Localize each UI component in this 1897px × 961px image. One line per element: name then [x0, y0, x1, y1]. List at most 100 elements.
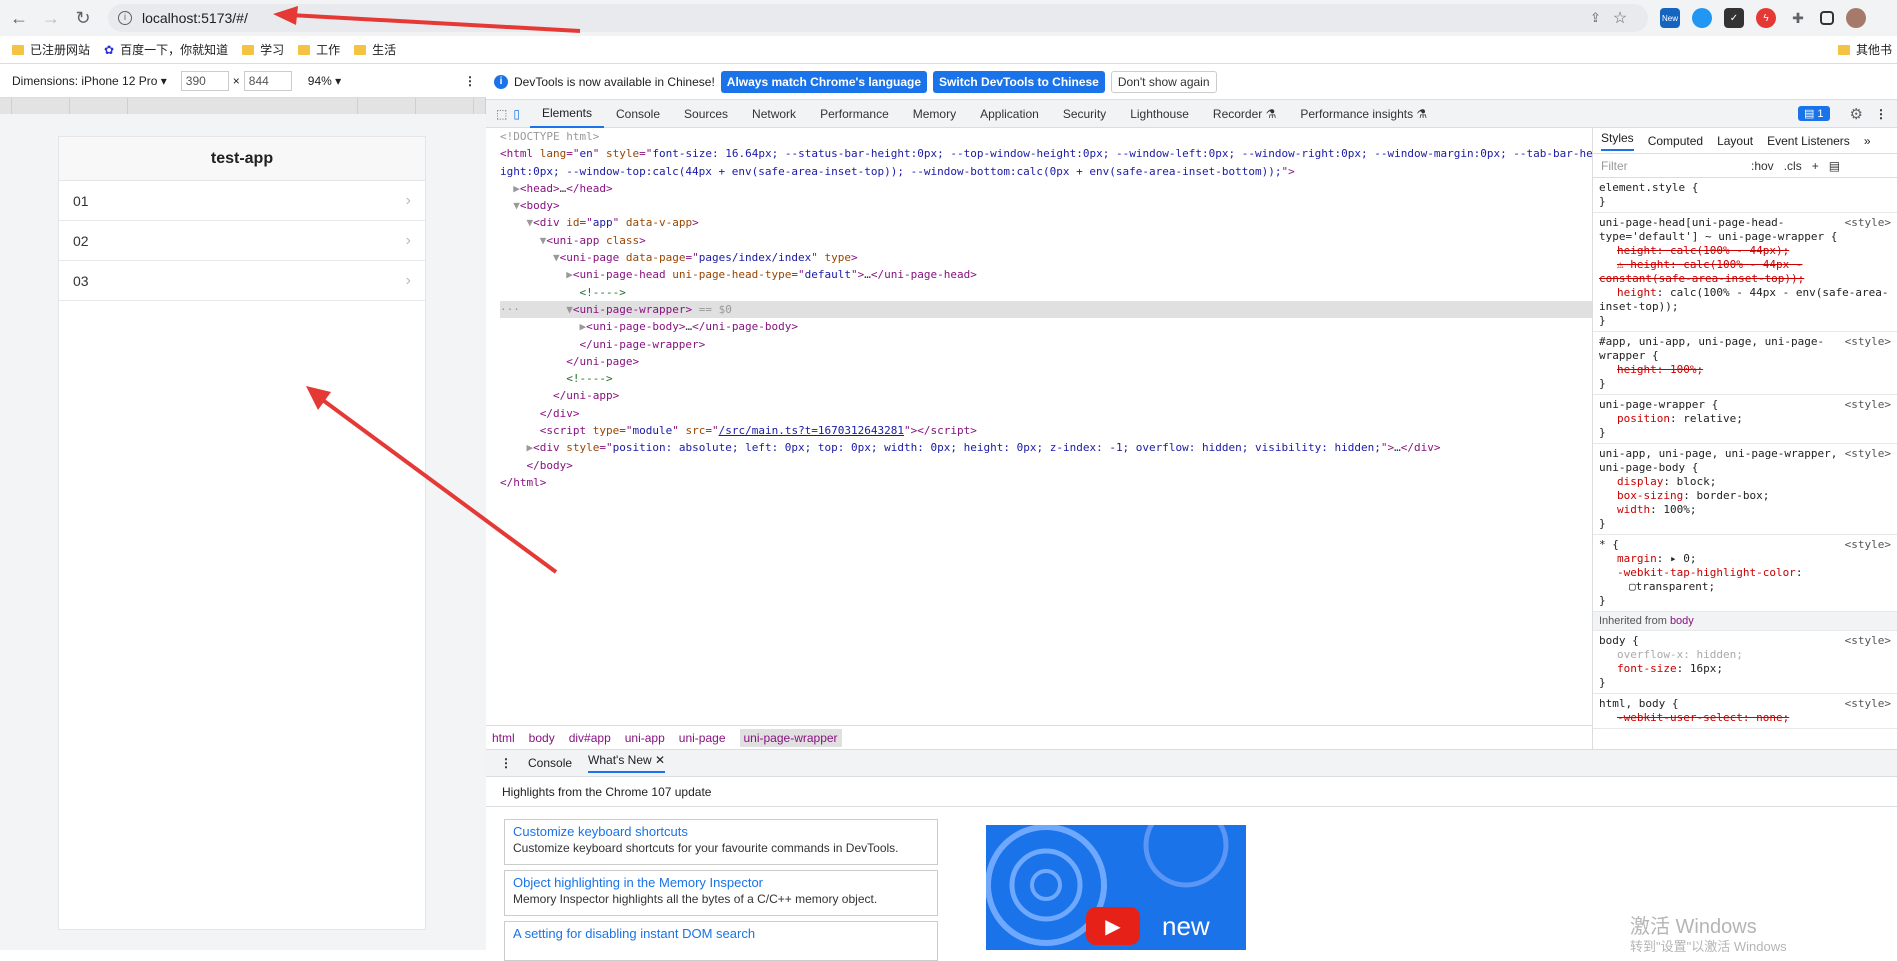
video-thumbnail[interactable]: ▶ new: [986, 825, 1246, 950]
dom-line[interactable]: </html>: [500, 474, 1592, 491]
device-toggle-icon[interactable]: ▯: [513, 107, 520, 121]
elements-tree[interactable]: <!DOCTYPE html> <html lang="en" style="f…: [486, 128, 1592, 725]
issues-badge[interactable]: ▤ 1: [1797, 106, 1830, 121]
feature-card[interactable]: Object highlighting in the Memory Inspec…: [504, 870, 938, 916]
style-rule[interactable]: <style> uni-page-wrapper {position: relat…: [1593, 395, 1897, 444]
bookmark-folder[interactable]: 生活: [354, 41, 396, 58]
drawer-menu-icon[interactable]: ⋮: [500, 756, 512, 770]
feature-card[interactable]: A setting for disabling instant DOM sear…: [504, 921, 938, 961]
style-rule[interactable]: element.style {}: [1593, 178, 1897, 213]
dom-line[interactable]: ▼<uni-app class>: [500, 232, 1592, 249]
dom-line[interactable]: </uni-page-wrapper>: [500, 336, 1592, 353]
computed-toggle-icon[interactable]: ▤: [1829, 159, 1840, 173]
other-bookmarks[interactable]: 其他书: [1838, 41, 1892, 58]
dom-line[interactable]: <!---->: [500, 284, 1592, 301]
dom-line[interactable]: ▶<div style="position: absolute; left: 0…: [500, 439, 1592, 456]
tab-sources[interactable]: Sources: [672, 100, 740, 128]
tab-elements[interactable]: Elements: [529, 100, 604, 128]
puzzle-extension-icon[interactable]: ✚: [1788, 8, 1808, 28]
zoom-select[interactable]: 94% ▾: [308, 74, 341, 88]
style-rule[interactable]: <style> html, body {-webkit-user-select: …: [1593, 694, 1897, 729]
more-menu-icon[interactable]: ⋮: [1875, 107, 1887, 121]
forward-icon[interactable]: →: [38, 5, 64, 31]
bookmark-folder[interactable]: 已注册网站: [12, 41, 90, 58]
play-icon[interactable]: ▶: [1086, 907, 1140, 945]
dom-line[interactable]: <script type="module" src="/src/main.ts?…: [500, 422, 1592, 439]
feature-title[interactable]: Object highlighting in the Memory Inspec…: [513, 875, 929, 890]
site-info-icon[interactable]: i: [118, 11, 132, 25]
bookmark-baidu[interactable]: ✿ 百度一下，你就知道: [104, 41, 228, 58]
more-tabs-icon[interactable]: »: [1864, 134, 1871, 148]
style-rule[interactable]: <style> body {overflow-x: hidden; font-siz…: [1593, 631, 1897, 694]
dom-line-selected[interactable]: ··· ▼<uni-page-wrapper> == $0: [500, 300, 1592, 319]
bookmark-star-icon[interactable]: ☆: [1613, 8, 1627, 28]
avatar[interactable]: [1846, 8, 1866, 28]
feature-title[interactable]: Customize keyboard shortcuts: [513, 824, 929, 839]
address-bar[interactable]: i localhost:5173/#/: [108, 4, 1648, 32]
tab-layout[interactable]: Layout: [1717, 134, 1753, 148]
dom-line[interactable]: <html lang="en" style="font-size: 16.64p…: [500, 145, 1592, 162]
more-options-icon[interactable]: ⋮: [464, 74, 476, 88]
style-rule[interactable]: <style> #app, uni-app, uni-page, uni-page…: [1593, 332, 1897, 395]
cls-toggle[interactable]: .cls: [1784, 159, 1802, 173]
dom-line[interactable]: <!DOCTYPE html>: [500, 128, 1592, 145]
dom-line[interactable]: ▶<uni-page-body>…</uni-page-body>: [500, 318, 1592, 335]
drawer-tab-console[interactable]: Console: [528, 756, 572, 770]
tab-console[interactable]: Console: [604, 100, 672, 128]
crumb-div-app[interactable]: div#app: [569, 731, 611, 745]
dom-line[interactable]: </div>: [500, 405, 1592, 422]
tab-performance[interactable]: Performance: [808, 100, 901, 128]
hov-toggle[interactable]: :hov: [1751, 159, 1774, 173]
bolt-extension-icon[interactable]: ϟ: [1756, 8, 1776, 28]
tab-styles[interactable]: Styles: [1601, 131, 1634, 151]
dom-line[interactable]: ▼<uni-page data-page="pages/index/index"…: [500, 249, 1592, 266]
bookmark-folder[interactable]: 工作: [298, 41, 340, 58]
dom-line[interactable]: ▼<div id="app" data-v-app>: [500, 214, 1592, 231]
match-language-button[interactable]: Always match Chrome's language: [720, 70, 928, 93]
url-text[interactable]: localhost:5173/#/: [142, 10, 248, 26]
inspect-element-icon[interactable]: ⬚: [496, 107, 507, 121]
width-input[interactable]: 390: [180, 70, 229, 91]
tab-computed[interactable]: Computed: [1648, 134, 1703, 148]
add-rule-icon[interactable]: +: [1812, 159, 1819, 173]
tab-event-listeners[interactable]: Event Listeners: [1767, 134, 1850, 148]
device-select[interactable]: Dimensions: iPhone 12 Pro ▾: [12, 74, 167, 88]
crumb-uni-page[interactable]: uni-page: [679, 731, 726, 745]
tick-extension-icon[interactable]: ✓: [1724, 8, 1744, 28]
drawer-tab-whats-new[interactable]: What's New ✕: [588, 753, 666, 773]
styles-filter-input[interactable]: Filter: [1601, 159, 1741, 173]
crumb-uni-page-wrapper[interactable]: uni-page-wrapper: [739, 728, 842, 747]
list-item[interactable]: 02 ›: [59, 221, 425, 261]
dom-line[interactable]: </body>: [500, 457, 1592, 474]
dom-line[interactable]: ▶<head>…</head>: [500, 180, 1592, 197]
bookmark-folder[interactable]: 学习: [242, 41, 284, 58]
crumb-body[interactable]: body: [529, 731, 555, 745]
dom-line[interactable]: <!---->: [500, 370, 1592, 387]
new-extension-icon[interactable]: New: [1660, 8, 1680, 28]
edge-extension-icon[interactable]: [1692, 8, 1712, 28]
reload-icon[interactable]: ↻: [70, 5, 96, 31]
feature-card[interactable]: Customize keyboard shortcuts Customize k…: [504, 819, 938, 865]
feature-title[interactable]: A setting for disabling instant DOM sear…: [513, 926, 929, 941]
switch-chinese-button[interactable]: Switch DevTools to Chinese: [933, 70, 1105, 93]
dom-line[interactable]: </uni-page>: [500, 353, 1592, 370]
dont-show-again-button[interactable]: Don't show again: [1110, 70, 1217, 93]
crumb-uni-app[interactable]: uni-app: [625, 731, 665, 745]
tab-security[interactable]: Security: [1051, 100, 1118, 128]
sidepanel-icon[interactable]: [1820, 11, 1834, 25]
dom-line[interactable]: ▶<uni-page-head uni-page-head-type="defa…: [500, 266, 1592, 283]
style-rule[interactable]: <style> uni-app, uni-page, uni-page-wrapp…: [1593, 444, 1897, 535]
dom-line[interactable]: ight:0px; --window-top:calc(44px + env(s…: [500, 163, 1592, 180]
style-rule[interactable]: <style> uni-page-head[uni-page-head-type=…: [1593, 213, 1897, 332]
tab-network[interactable]: Network: [740, 100, 808, 128]
tab-memory[interactable]: Memory: [901, 100, 968, 128]
tab-performance-insights[interactable]: Performance insights ⚗: [1288, 100, 1439, 128]
back-icon[interactable]: ←: [6, 5, 32, 31]
style-rule[interactable]: <style> * {margin: ▸ 0; -webkit-tap-highli…: [1593, 535, 1897, 612]
list-item[interactable]: 01 ›: [59, 181, 425, 221]
tab-application[interactable]: Application: [968, 100, 1051, 128]
share-icon[interactable]: ⇪: [1590, 10, 1601, 26]
crumb-html[interactable]: html: [492, 731, 515, 745]
list-item[interactable]: 03 ›: [59, 261, 425, 301]
dom-line[interactable]: ▼<body>: [500, 197, 1592, 214]
